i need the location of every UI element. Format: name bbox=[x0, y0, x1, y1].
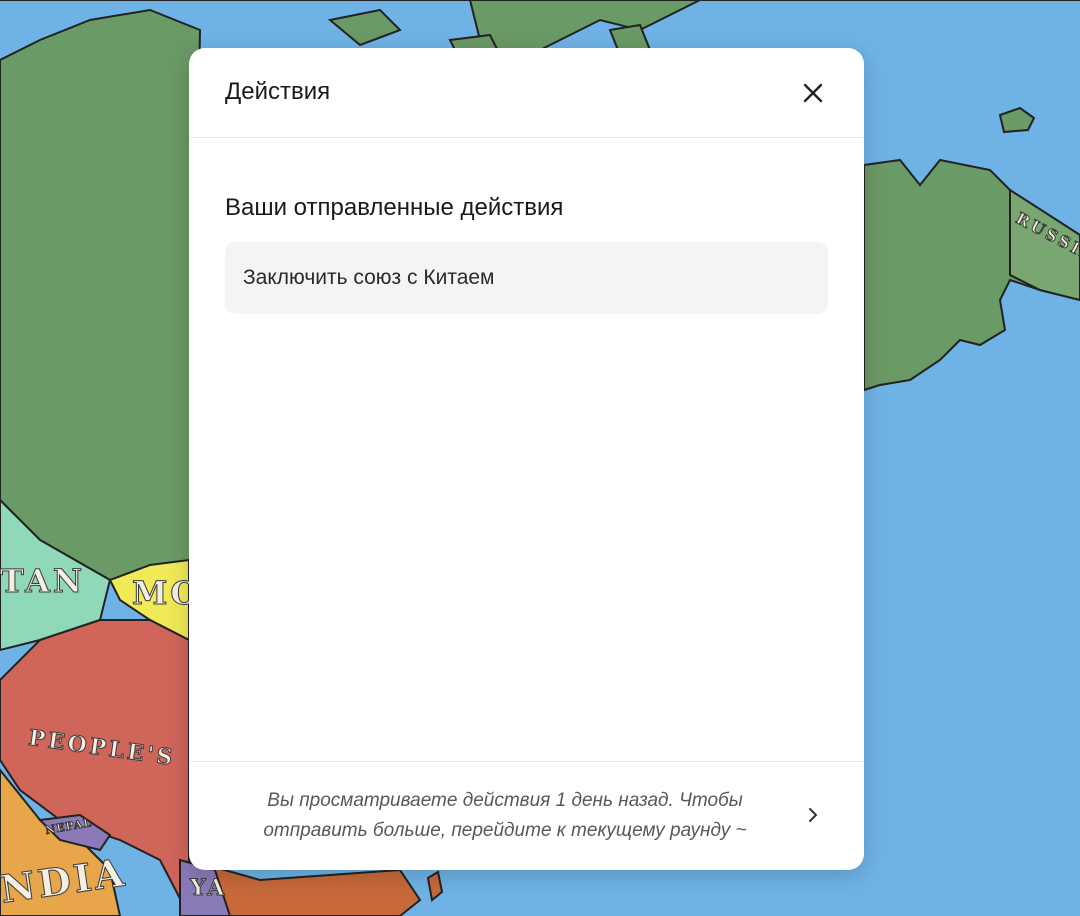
russia-mainland bbox=[0, 8, 202, 582]
close-icon bbox=[803, 83, 823, 103]
dialog-title: Действия bbox=[225, 78, 331, 105]
dialog-header: Действия bbox=[189, 48, 864, 138]
action-item[interactable]: Заключить союз с Китаем bbox=[225, 242, 828, 314]
action-item-label: Заключить союз с Китаем bbox=[243, 266, 495, 289]
taiwan-island bbox=[426, 870, 444, 902]
go-to-current-round-button[interactable] bbox=[798, 800, 828, 830]
dialog-footer: Вы просматриваете действия 1 день назад.… bbox=[189, 761, 864, 870]
submitted-actions-heading: Ваши отправленные действия bbox=[225, 194, 564, 221]
chevron-right-icon bbox=[809, 808, 817, 822]
map-label-kazakhstan: TAN bbox=[0, 562, 86, 601]
small-island bbox=[998, 106, 1036, 134]
map-label-myanmar: YA bbox=[189, 875, 228, 902]
actions-dialog: Действия Ваши отправленные действия Закл… bbox=[189, 48, 864, 870]
footer-notice: Вы просматриваете действия 1 день назад.… bbox=[263, 790, 747, 841]
close-button[interactable] bbox=[798, 78, 828, 108]
